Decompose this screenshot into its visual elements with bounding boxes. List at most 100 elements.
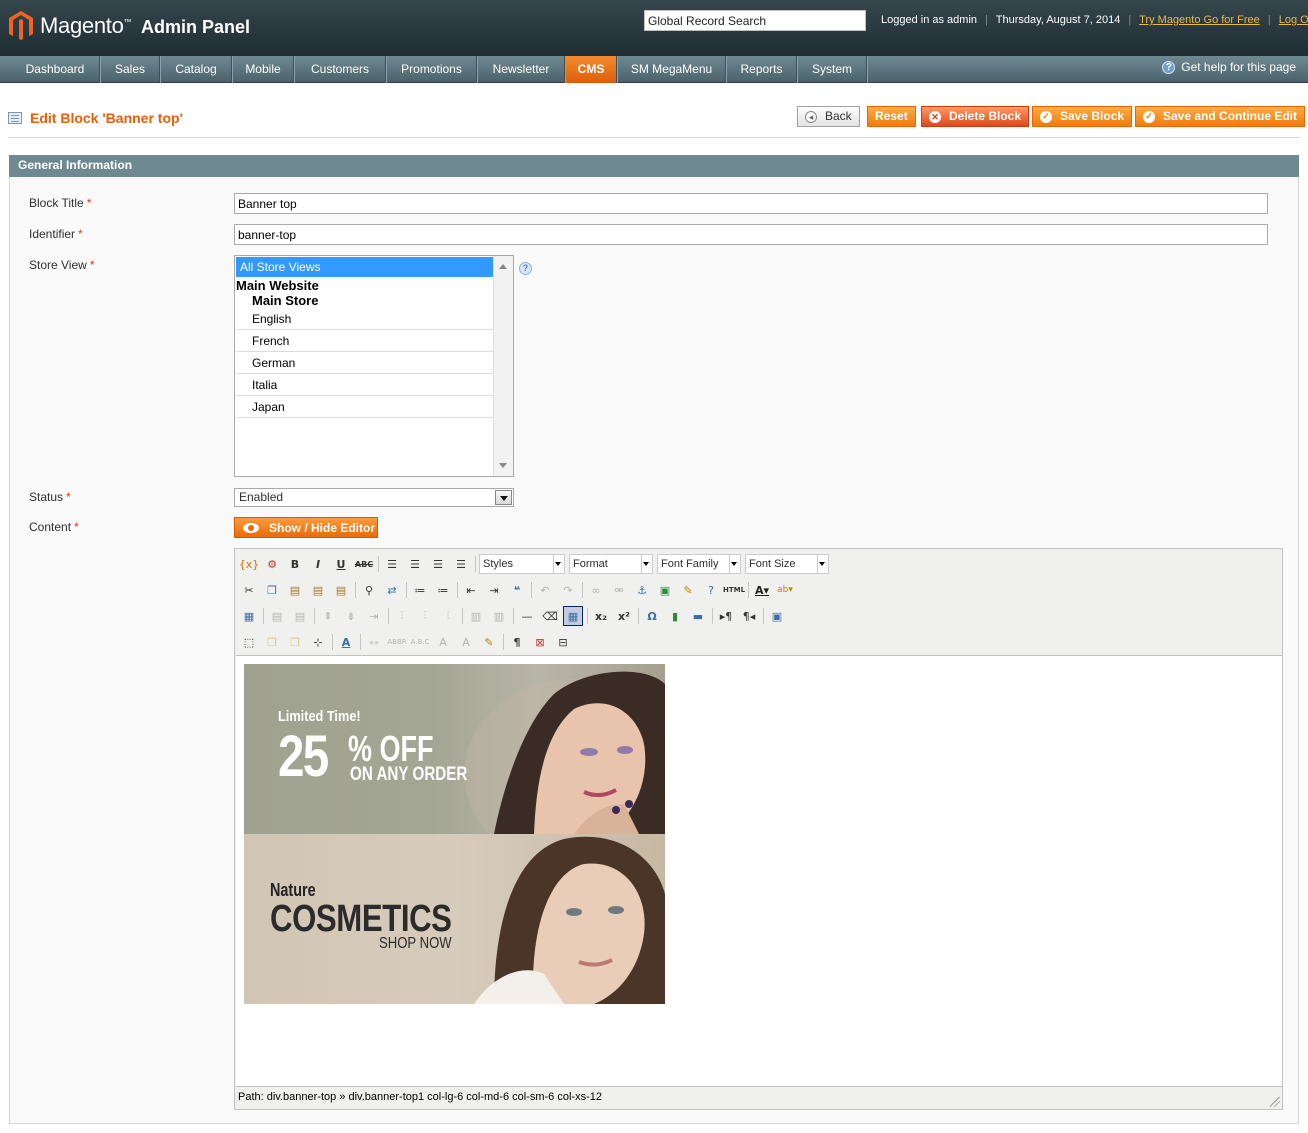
nav-promotions[interactable]: Promotions xyxy=(387,56,477,83)
store-option-english[interactable]: English xyxy=(236,308,493,330)
scroll-up-icon[interactable] xyxy=(499,264,507,269)
scroll-down-icon[interactable] xyxy=(499,463,507,468)
identifier-input[interactable] xyxy=(234,224,1268,245)
insert-layer-icon[interactable]: ⬚ xyxy=(239,632,259,652)
font-size-select[interactable]: Font Size xyxy=(745,554,829,574)
store-option-italia[interactable]: Italia xyxy=(236,374,493,396)
special-char-icon[interactable]: Ω xyxy=(642,606,662,626)
anchor-icon[interactable]: ⚓ xyxy=(632,580,652,600)
fullscreen-icon[interactable]: ▣ xyxy=(767,606,787,626)
remove-format-icon[interactable]: ⌫ xyxy=(540,606,560,626)
logout-link[interactable]: Log Out xyxy=(1279,14,1308,26)
table-row-props-icon[interactable]: ▤ xyxy=(267,606,287,626)
store-option-french[interactable]: French xyxy=(236,330,493,352)
get-help-link[interactable]: ? Get help for this page xyxy=(1162,60,1296,74)
acronym-icon[interactable]: A.B.C xyxy=(410,632,430,652)
show-hide-editor-button[interactable]: Show / Hide Editor xyxy=(234,517,378,538)
back-button[interactable]: ◂ Back xyxy=(797,106,860,127)
background-color-icon[interactable]: ab▾ xyxy=(775,580,795,600)
store-option-all[interactable]: All Store Views xyxy=(236,257,493,277)
blockquote-icon[interactable]: ❝ xyxy=(507,580,527,600)
nav-reports[interactable]: Reports xyxy=(727,56,797,83)
align-justify-icon[interactable]: ☰ xyxy=(451,554,471,574)
cut-icon[interactable]: ✂ xyxy=(239,580,259,600)
bullet-list-icon[interactable]: ≔ xyxy=(410,580,430,600)
non-breaking-icon[interactable]: ⊠ xyxy=(530,632,550,652)
copy-icon[interactable]: ❐ xyxy=(262,580,282,600)
save-continue-button[interactable]: ✓ Save and Continue Edit xyxy=(1135,106,1306,127)
nav-system[interactable]: System xyxy=(798,56,867,83)
nav-sm-megamenu[interactable]: SM MegaMenu xyxy=(618,56,726,83)
visual-aid-icon[interactable]: ▦ xyxy=(563,606,583,626)
nav-cms[interactable]: CMS xyxy=(566,56,617,83)
nav-dashboard[interactable]: Dashboard xyxy=(11,56,100,83)
text-color-icon[interactable]: A▾ xyxy=(752,580,772,600)
style-props-icon[interactable]: A xyxy=(336,632,356,652)
font-family-select[interactable]: Font Family xyxy=(657,554,741,574)
unlink-icon[interactable]: ⚮ xyxy=(609,580,629,600)
undo-icon[interactable]: ↶ xyxy=(535,580,555,600)
delete-text-icon[interactable]: A xyxy=(433,632,453,652)
numbered-list-icon[interactable]: ≔ xyxy=(433,580,453,600)
split-cells-icon[interactable]: ▥ xyxy=(466,606,486,626)
show-blocks-icon[interactable]: ¶ xyxy=(507,632,527,652)
store-view-multiselect[interactable]: All Store Views Main Website Main Store … xyxy=(234,255,514,477)
save-block-button[interactable]: ✓ Save Block xyxy=(1032,106,1133,127)
table-cell-props-icon[interactable]: ▤ xyxy=(290,606,310,626)
store-view-scrollbar[interactable] xyxy=(493,256,513,476)
delete-block-button[interactable]: ✕ Delete Block xyxy=(921,106,1030,127)
page-break-icon[interactable]: ⊟ xyxy=(553,632,573,652)
strikethrough-icon[interactable]: ABC xyxy=(354,554,374,574)
image-icon[interactable]: ▣ xyxy=(655,580,675,600)
html-source-icon[interactable]: HTML xyxy=(723,580,745,600)
align-left-icon[interactable]: ☰ xyxy=(382,554,402,574)
nav-mobile[interactable]: Mobile xyxy=(233,56,294,83)
insert-col-after-icon[interactable]: ⫶ xyxy=(415,606,435,626)
advanced-hr-icon[interactable]: ▬ xyxy=(688,606,708,626)
italic-icon[interactable]: I xyxy=(308,554,328,574)
insert-table-icon[interactable]: ▦ xyxy=(239,606,259,626)
store-view-help-icon[interactable]: ? xyxy=(519,262,532,275)
merge-cells-icon[interactable]: ▥ xyxy=(489,606,509,626)
insert-variable-icon[interactable]: {x} xyxy=(239,554,260,574)
block-title-input[interactable] xyxy=(234,193,1268,214)
absolute-position-icon[interactable]: ⊹ xyxy=(308,632,328,652)
cleanup-icon[interactable]: ✎ xyxy=(678,580,698,600)
horizontal-rule-icon[interactable]: — xyxy=(517,606,537,626)
magento-logo[interactable]: Magento™ Admin Panel xyxy=(8,10,250,42)
rtl-icon[interactable]: ¶◂ xyxy=(739,606,759,626)
nav-newsletter[interactable]: Newsletter xyxy=(478,56,565,83)
subscript-icon[interactable]: x₂ xyxy=(591,606,611,626)
indent-icon[interactable]: ⇥ xyxy=(484,580,504,600)
paste-text-icon[interactable]: ▤ xyxy=(308,580,328,600)
insert-row-before-icon[interactable]: ⇞ xyxy=(318,606,338,626)
align-center-icon[interactable]: ☰ xyxy=(405,554,425,574)
delete-row-icon[interactable]: ⇥ xyxy=(364,606,384,626)
dropdown-arrow-icon[interactable] xyxy=(495,490,512,505)
underline-icon[interactable]: U xyxy=(331,554,351,574)
delete-col-icon[interactable]: ⫶ xyxy=(438,606,458,626)
help-icon[interactable]: ? xyxy=(701,580,721,600)
editor-resize-handle[interactable] xyxy=(1270,1097,1280,1107)
try-magento-go-link[interactable]: Try Magento Go for Free xyxy=(1139,14,1260,26)
paste-word-icon[interactable]: ▤ xyxy=(331,580,351,600)
media-icon[interactable]: ▮ xyxy=(665,606,685,626)
redo-icon[interactable]: ↷ xyxy=(558,580,578,600)
move-backward-icon[interactable]: ❒ xyxy=(285,632,305,652)
move-forward-icon[interactable]: ❒ xyxy=(262,632,282,652)
insert-col-before-icon[interactable]: ⫶ xyxy=(392,606,412,626)
reset-button[interactable]: Reset xyxy=(867,106,916,127)
link-icon[interactable]: ∞ xyxy=(586,580,606,600)
align-right-icon[interactable]: ☰ xyxy=(428,554,448,574)
editor-content-area[interactable]: Limited Time! 25 % OFF ON ANY ORDER Natu… xyxy=(236,655,1282,1087)
bold-icon[interactable]: B xyxy=(285,554,305,574)
nav-sales[interactable]: Sales xyxy=(101,56,160,83)
global-record-search-input[interactable] xyxy=(644,10,866,31)
attributes-icon[interactable]: ✎ xyxy=(479,632,499,652)
cite-icon[interactable]: «» xyxy=(364,632,384,652)
abbr-icon[interactable]: ABBR xyxy=(387,632,407,652)
format-select[interactable]: Format xyxy=(569,554,653,574)
outdent-icon[interactable]: ⇤ xyxy=(461,580,481,600)
insert-widget-icon[interactable]: ⚙ xyxy=(262,554,282,574)
store-option-german[interactable]: German xyxy=(236,352,493,374)
